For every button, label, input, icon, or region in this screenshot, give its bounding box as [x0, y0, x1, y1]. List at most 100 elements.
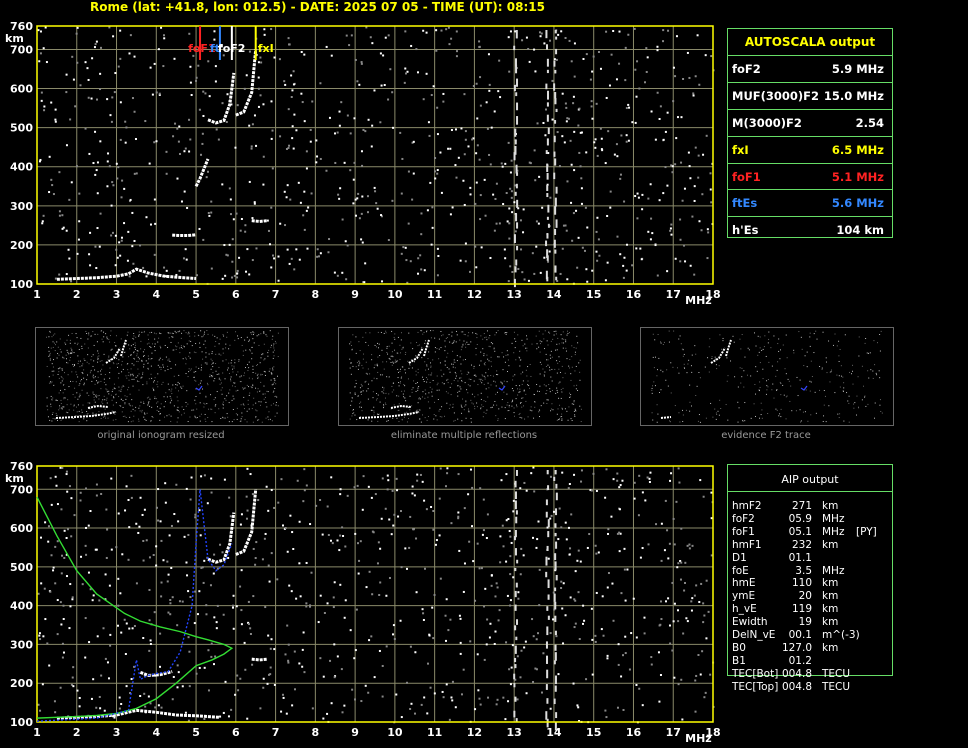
noise-dot — [162, 34, 165, 37]
noise-dot — [77, 238, 80, 241]
thumb-dot — [427, 378, 429, 380]
thumb-dot — [574, 414, 576, 416]
noise-dot — [512, 576, 515, 579]
thumb-dot — [474, 374, 476, 376]
noise-dot — [131, 211, 134, 214]
thumb-dot — [386, 376, 388, 378]
thumb-dot — [74, 396, 76, 398]
noise-dot — [257, 105, 260, 108]
thumb-dot — [444, 340, 446, 342]
noise-dot — [513, 201, 516, 204]
thumb-dot — [349, 358, 351, 360]
thumb-dot — [277, 405, 279, 407]
thumb-dot — [103, 331, 105, 333]
thumb-dot — [451, 335, 453, 337]
thumb-dot — [181, 414, 183, 416]
thumb-dot — [265, 334, 267, 336]
thumb-dot — [840, 375, 842, 377]
thumb-dot — [476, 344, 478, 346]
noise-dot — [575, 209, 578, 212]
thumb-dot — [462, 331, 464, 333]
thumb-dot — [145, 419, 147, 421]
thumb-dot — [273, 381, 275, 383]
thumb-dot — [220, 389, 222, 391]
thumb-dot — [83, 377, 85, 379]
thumb-caption-multiple: eliminate multiple reflections — [390, 430, 538, 441]
thumb-dot — [388, 393, 390, 395]
thumb-dot — [200, 330, 202, 332]
thumb-dot — [467, 343, 469, 345]
noise-dot — [124, 120, 127, 123]
noise-dot — [620, 134, 623, 137]
thumb-dot — [132, 343, 134, 345]
noise-dot — [273, 683, 276, 686]
thumb-dot — [558, 356, 560, 358]
noise-dot — [214, 80, 217, 83]
noise-dot — [493, 229, 496, 232]
thumb-dot — [79, 395, 81, 397]
noise-dot — [374, 190, 377, 193]
thumb-dot — [460, 331, 462, 333]
thumb-dot — [385, 403, 387, 405]
thumb-dot — [252, 368, 254, 370]
thumb-dot — [412, 387, 414, 389]
thumb-dot — [66, 362, 68, 364]
streak-dot — [546, 172, 549, 180]
thumb-dot — [577, 342, 579, 344]
noise-dot — [590, 607, 593, 610]
noise-dot — [636, 60, 639, 63]
x-tick-label: 14 — [546, 726, 562, 739]
noise-dot — [214, 65, 217, 68]
thumb-dot — [49, 359, 51, 361]
thumb-dot — [778, 415, 780, 417]
noise-dot — [480, 567, 483, 570]
noise-dot — [645, 47, 648, 50]
thumb-dot — [248, 394, 250, 396]
streak-dot — [553, 172, 556, 180]
aip-cell: 127.0 — [781, 641, 812, 654]
thumb-dot — [544, 371, 546, 373]
thumb-dot — [218, 366, 220, 368]
noise-dot — [251, 123, 254, 126]
thumb-dot — [822, 420, 824, 422]
noise-dot — [538, 175, 541, 178]
thumb-dot — [248, 386, 250, 388]
thumb-dot — [138, 331, 140, 333]
thumb-dot — [183, 409, 185, 411]
thumb-dot — [63, 406, 65, 408]
thumb-dot — [809, 332, 811, 334]
thumb-dot — [490, 384, 492, 386]
thumb-dot — [268, 370, 270, 372]
thumb-dot — [562, 377, 564, 379]
thumb-dot — [377, 356, 379, 358]
thumb-dot — [105, 417, 107, 419]
thumb-dot — [562, 387, 564, 389]
thumb-dot — [391, 330, 393, 332]
noise-dot — [38, 60, 41, 63]
noise-dot — [493, 642, 496, 645]
thumb-dot — [413, 387, 415, 389]
thumb-dot — [155, 398, 157, 400]
thumb-dot — [492, 375, 494, 377]
thumb-dot — [511, 400, 513, 402]
noise-dot — [379, 581, 382, 584]
thumb-dot — [838, 340, 840, 342]
noise-dot — [153, 62, 156, 65]
thumb-dot — [718, 365, 720, 367]
noise-dot — [266, 219, 269, 222]
thumb-dot — [489, 346, 491, 348]
noise-dot — [326, 602, 329, 605]
noise-dot — [69, 605, 72, 608]
streak-dot — [554, 685, 557, 692]
thumb-dot — [78, 360, 80, 362]
noise-dot — [609, 206, 612, 209]
noise-dot — [185, 258, 188, 261]
noise-dot — [169, 613, 172, 616]
thumb-dot — [523, 405, 525, 407]
noise-dot — [455, 50, 458, 53]
noise-dot — [111, 181, 114, 184]
thumb-dot — [152, 343, 154, 345]
thumb-dot — [424, 340, 426, 342]
noise-dot — [41, 222, 44, 225]
noise-dot — [67, 248, 70, 251]
